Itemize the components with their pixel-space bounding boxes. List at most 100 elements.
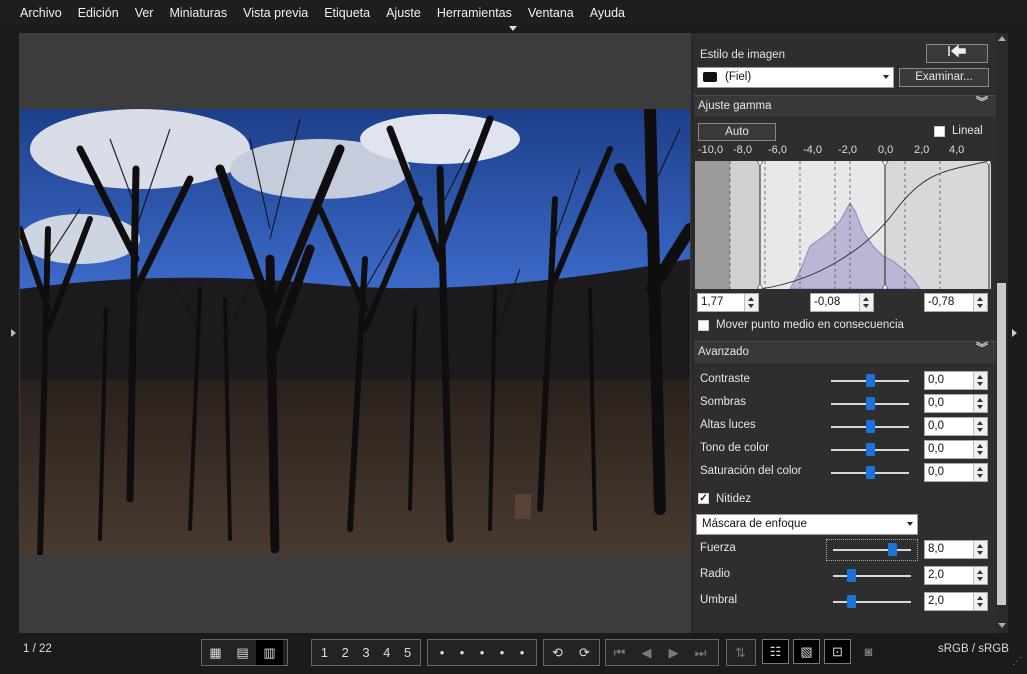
browse-button[interactable]: Examinar... xyxy=(899,68,989,87)
menu-herramientas[interactable]: Herramientas xyxy=(429,6,520,20)
spinner-buttons[interactable] xyxy=(973,418,987,435)
slider-thumb[interactable] xyxy=(846,569,856,582)
gamma-auto-button[interactable]: Auto xyxy=(698,123,776,141)
spinner-buttons[interactable] xyxy=(973,464,987,481)
menu-edicion[interactable]: Edición xyxy=(70,6,127,20)
value-input[interactable]: 2,0 xyxy=(924,592,988,611)
value-input[interactable]: 0,0 xyxy=(924,394,988,413)
scroll-down-icon[interactable] xyxy=(998,623,1006,628)
value-input[interactable]: 8,0 xyxy=(924,540,988,559)
camera-palette-button[interactable]: ◙ xyxy=(855,639,882,664)
label-dot-5[interactable]: • xyxy=(512,640,532,665)
slider-thumb[interactable] xyxy=(865,397,875,410)
sharpness-checkbox[interactable]: ✓ xyxy=(698,493,709,504)
slider-thumb[interactable] xyxy=(865,374,875,387)
menu-bar: Archivo Edición Ver Miniaturas Vista pre… xyxy=(0,0,1027,26)
slider[interactable] xyxy=(831,374,909,388)
menu-ventana[interactable]: Ventana xyxy=(520,6,582,20)
menu-archivo[interactable]: Archivo xyxy=(12,6,70,20)
slider[interactable] xyxy=(831,420,909,434)
label-dot-3[interactable]: • xyxy=(472,640,492,665)
slider-track[interactable] xyxy=(833,575,911,577)
spinner-buttons[interactable] xyxy=(859,294,873,311)
spinner-buttons[interactable] xyxy=(973,541,987,558)
thumbnail-list-button[interactable]: ▤ xyxy=(229,640,256,665)
slider[interactable] xyxy=(831,397,909,411)
move-midpoint-checkbox[interactable] xyxy=(698,320,709,331)
spinner-buttons[interactable] xyxy=(973,294,987,311)
rating-3-button[interactable]: 3 xyxy=(356,640,377,665)
rotate-right-button[interactable]: ⟳ xyxy=(571,640,598,665)
rating-5-button[interactable]: 5 xyxy=(397,640,418,665)
panel-scrollbar[interactable] xyxy=(996,33,1008,633)
slider[interactable] xyxy=(833,569,911,583)
slider-thumb[interactable] xyxy=(865,443,875,456)
value-input[interactable]: 0,0 xyxy=(924,371,988,390)
slider[interactable] xyxy=(833,595,911,609)
picture-style-select[interactable]: (Fiel) xyxy=(697,67,894,88)
menu-ver[interactable]: Ver xyxy=(127,6,162,20)
value-input[interactable]: 0,0 xyxy=(924,463,988,482)
collapse-icon[interactable]: ︾ xyxy=(976,96,988,108)
label-dot-1[interactable]: • xyxy=(432,640,452,665)
sharpness-mode-select[interactable]: Máscara de enfoque xyxy=(696,514,918,535)
menu-ajuste[interactable]: Ajuste xyxy=(378,6,429,20)
gamma-white-input[interactable]: -0,78 xyxy=(924,293,988,312)
expand-right-icon[interactable] xyxy=(1012,329,1017,337)
value-input[interactable]: 2,0 xyxy=(924,566,988,585)
rating-4-button[interactable]: 4 xyxy=(376,640,397,665)
camera-icon xyxy=(703,71,717,82)
sort-button[interactable]: ⇅ xyxy=(727,640,754,665)
gamma-mid-input[interactable]: -0,08 xyxy=(810,293,874,312)
gamma-section-header[interactable]: Ajuste gamma ︾ xyxy=(694,95,996,117)
preview-photo[interactable] xyxy=(20,109,690,555)
rating-1-button[interactable]: 1 xyxy=(314,640,335,665)
expand-left-icon[interactable] xyxy=(11,329,16,337)
slider-thumb[interactable] xyxy=(865,420,875,433)
label-dot-4[interactable]: • xyxy=(492,640,512,665)
menu-ayuda[interactable]: Ayuda xyxy=(582,6,633,20)
gamma-histogram[interactable] xyxy=(695,161,991,289)
last-image-button[interactable]: ⏭ xyxy=(687,640,714,665)
scrollbar-thumb[interactable] xyxy=(997,283,1006,605)
value-input[interactable]: 0,0 xyxy=(924,417,988,436)
slider-track[interactable] xyxy=(833,601,911,603)
single-preview-button[interactable]: ▥ xyxy=(256,640,283,665)
slider-thumb[interactable] xyxy=(865,466,875,479)
menu-etiqueta[interactable]: Etiqueta xyxy=(316,6,378,20)
gamma-black-input[interactable]: 1,77 xyxy=(697,293,759,312)
spinner-buttons[interactable] xyxy=(973,395,987,412)
histogram-palette-button[interactable]: ▧ xyxy=(793,639,820,664)
slider[interactable] xyxy=(833,543,911,557)
scroll-up-icon[interactable] xyxy=(998,36,1006,41)
right-panel-strip[interactable] xyxy=(1008,33,1027,633)
menu-miniaturas[interactable]: Miniaturas xyxy=(161,6,235,20)
slider-thumb[interactable] xyxy=(888,543,898,556)
focus-palette-button[interactable]: ⊡ xyxy=(824,639,851,664)
slider[interactable] xyxy=(831,443,909,457)
slider-thumb[interactable] xyxy=(846,595,856,608)
menu-collapse-icon[interactable] xyxy=(509,26,517,31)
menu-vista-previa[interactable]: Vista previa xyxy=(235,6,316,20)
rotate-left-button[interactable]: ⟲ xyxy=(544,640,571,665)
spinner-buttons[interactable] xyxy=(973,441,987,458)
reset-picture-style-button[interactable] xyxy=(926,44,988,63)
spinner-buttons[interactable] xyxy=(973,593,987,610)
value-input[interactable]: 0,0 xyxy=(924,440,988,459)
spinner-buttons[interactable] xyxy=(973,567,987,584)
first-image-button[interactable]: ⏮ xyxy=(606,640,633,665)
label-dot-2[interactable]: • xyxy=(452,640,472,665)
advanced-section-header[interactable]: Avanzado ︾ xyxy=(694,341,996,363)
rating-2-button[interactable]: 2 xyxy=(335,640,356,665)
thumbnail-grid-button[interactable]: ▦ xyxy=(202,640,229,665)
spinner-buttons[interactable] xyxy=(973,372,987,389)
resize-grip-icon[interactable]: ⋰ xyxy=(1012,657,1022,667)
next-image-button[interactable]: ▶ xyxy=(660,640,687,665)
linear-checkbox[interactable] xyxy=(934,126,945,137)
adjust-palette-button[interactable]: ☷ xyxy=(762,639,789,664)
slider-track[interactable] xyxy=(833,549,911,551)
slider[interactable] xyxy=(831,466,909,480)
previous-image-button[interactable]: ◀ xyxy=(633,640,660,665)
collapse-icon[interactable]: ︾ xyxy=(976,342,988,354)
spinner-buttons[interactable] xyxy=(744,294,758,311)
